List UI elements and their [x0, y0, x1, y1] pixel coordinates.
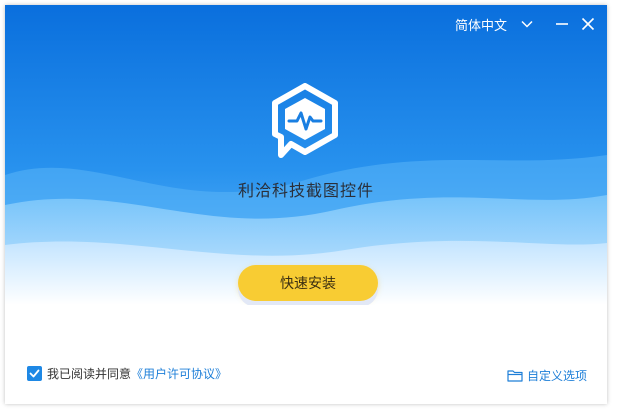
minimize-button[interactable] — [551, 13, 573, 35]
checkmark-icon — [29, 369, 40, 378]
hero-banner: 简体中文 利洽科技截图控件 快速安装 — [5, 5, 607, 305]
product-name: 利洽科技截图控件 — [237, 183, 374, 200]
quick-install-button[interactable]: 快速安装 — [238, 265, 378, 301]
close-button[interactable] — [577, 13, 599, 35]
minimize-icon — [556, 23, 568, 25]
agreement-row: 我已阅读并同意 《用户许可协议》 — [27, 365, 227, 382]
license-agreement-link[interactable]: 《用户许可协议》 — [131, 365, 227, 382]
title-bar: 简体中文 — [455, 13, 599, 35]
installer-window: 简体中文 利洽科技截图控件 快速安装 我已阅读并同意 《用户许可协议》 自定义选… — [5, 5, 607, 404]
agreement-checkbox[interactable] — [27, 366, 42, 381]
app-logo-icon — [272, 83, 338, 158]
agreement-text: 我已阅读并同意 — [47, 367, 132, 381]
folder-icon — [507, 370, 523, 382]
custom-options-label: 自定义选项 — [526, 369, 587, 383]
language-selector[interactable]: 简体中文 — [455, 15, 547, 34]
chevron-down-icon — [521, 20, 533, 28]
custom-options-button[interactable]: 自定义选项 — [507, 367, 587, 384]
close-icon — [581, 17, 595, 31]
language-label: 简体中文 — [454, 17, 507, 33]
